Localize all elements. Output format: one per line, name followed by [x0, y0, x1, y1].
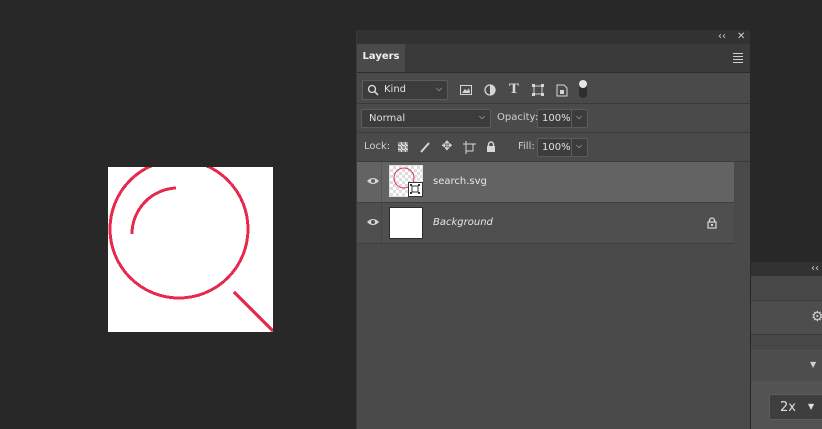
fill-input[interactable]: 100%: [537, 138, 572, 157]
lock-label: Lock:: [364, 141, 391, 152]
layer-lock-icon[interactable]: [707, 217, 717, 232]
layer-name[interactable]: search.svg: [433, 176, 487, 187]
close-panel-button[interactable]: ✕: [737, 30, 745, 44]
lock-transparent-pixels-icon[interactable]: [395, 139, 411, 155]
chevron-down-icon: ⌵: [479, 112, 486, 121]
smart-object-filter-icon[interactable]: [554, 82, 570, 98]
chevron-down-icon: ⌵: [436, 84, 443, 93]
opacity-dropdown-button[interactable]: ⌵: [571, 109, 588, 128]
secondary-dropdown[interactable]: ▼: [751, 351, 822, 381]
scale-value: 2x: [780, 400, 796, 415]
secondary-panel-header: [751, 276, 822, 300]
eye-visibility-icon[interactable]: [366, 217, 380, 230]
layer-name[interactable]: Background: [433, 217, 493, 228]
panel-title-strip: ‹‹ ✕: [357, 30, 750, 44]
lock-row: Lock: ✥ Fill: 100% ⌵: [357, 133, 750, 161]
blend-mode-select[interactable]: Normal ⌵: [361, 109, 491, 128]
kind-filter-label: Kind: [384, 84, 407, 95]
opacity-value: 100%: [542, 113, 571, 124]
chevron-down-icon: ⌵: [576, 112, 583, 121]
type-filter-icon[interactable]: T: [506, 82, 522, 98]
divider: [381, 162, 382, 202]
lock-image-pixels-icon[interactable]: [417, 139, 433, 155]
fill-label: Fill:: [518, 141, 535, 152]
layer-thumbnail: [389, 207, 423, 239]
collapse-panel-button[interactable]: ‹‹: [811, 262, 819, 276]
scale-select[interactable]: 2x ▼: [769, 394, 822, 420]
layer-row-background[interactable]: Background: [357, 203, 734, 243]
fill-value: 100%: [542, 142, 571, 153]
divider: [357, 243, 734, 244]
hamburger-menu-icon[interactable]: [733, 53, 743, 63]
secondary-panel-row: ⚙: [751, 301, 822, 334]
adjustment-filter-icon[interactable]: [482, 82, 498, 98]
layer-thumbnail: [389, 165, 423, 197]
secondary-panel-row: [751, 335, 822, 350]
panel-tabbar: Layers: [357, 44, 750, 73]
fill-dropdown-button[interactable]: ⌵: [571, 138, 588, 157]
layers-panel: ‹‹ ✕ Layers Kind ⌵ T Normal ⌵ Opacity: 1…: [356, 30, 750, 429]
divider: [381, 203, 382, 243]
tab-layers[interactable]: Layers: [357, 44, 405, 72]
filter-toggle-icon[interactable]: [579, 80, 587, 98]
opacity-label: Opacity:: [497, 112, 539, 123]
blend-mode-value: Normal: [369, 113, 406, 124]
smart-object-badge-icon: [408, 182, 423, 197]
layer-row-search-svg[interactable]: search.svg: [357, 162, 734, 202]
shape-filter-icon[interactable]: [530, 82, 546, 98]
image-filter-icon[interactable]: [458, 82, 474, 98]
lock-all-icon[interactable]: [483, 139, 499, 155]
lock-position-icon[interactable]: ✥: [439, 139, 455, 155]
gear-icon[interactable]: ⚙: [811, 309, 822, 325]
chevron-down-icon: ▼: [810, 360, 817, 369]
blend-row: Normal ⌵ Opacity: 100% ⌵: [357, 104, 750, 132]
collapse-panel-button[interactable]: ‹‹: [718, 30, 726, 44]
secondary-panel-topbar: ‹‹: [751, 262, 822, 276]
filter-row: Kind ⌵ T: [357, 73, 750, 103]
kind-filter-select[interactable]: Kind ⌵: [362, 80, 448, 100]
search-icon: [367, 84, 379, 96]
opacity-input[interactable]: 100%: [537, 109, 572, 128]
eye-visibility-icon[interactable]: [366, 176, 380, 189]
search-icon: [108, 167, 273, 332]
secondary-panel-row: 2x ▼: [751, 382, 822, 429]
chevron-down-icon: ▼: [808, 402, 815, 411]
chevron-down-icon: ⌵: [576, 141, 583, 150]
secondary-panel: ‹‹ ⚙ ▼ 2x ▼: [751, 262, 822, 429]
lock-artboard-icon[interactable]: [461, 139, 477, 155]
document-canvas[interactable]: [108, 167, 273, 332]
